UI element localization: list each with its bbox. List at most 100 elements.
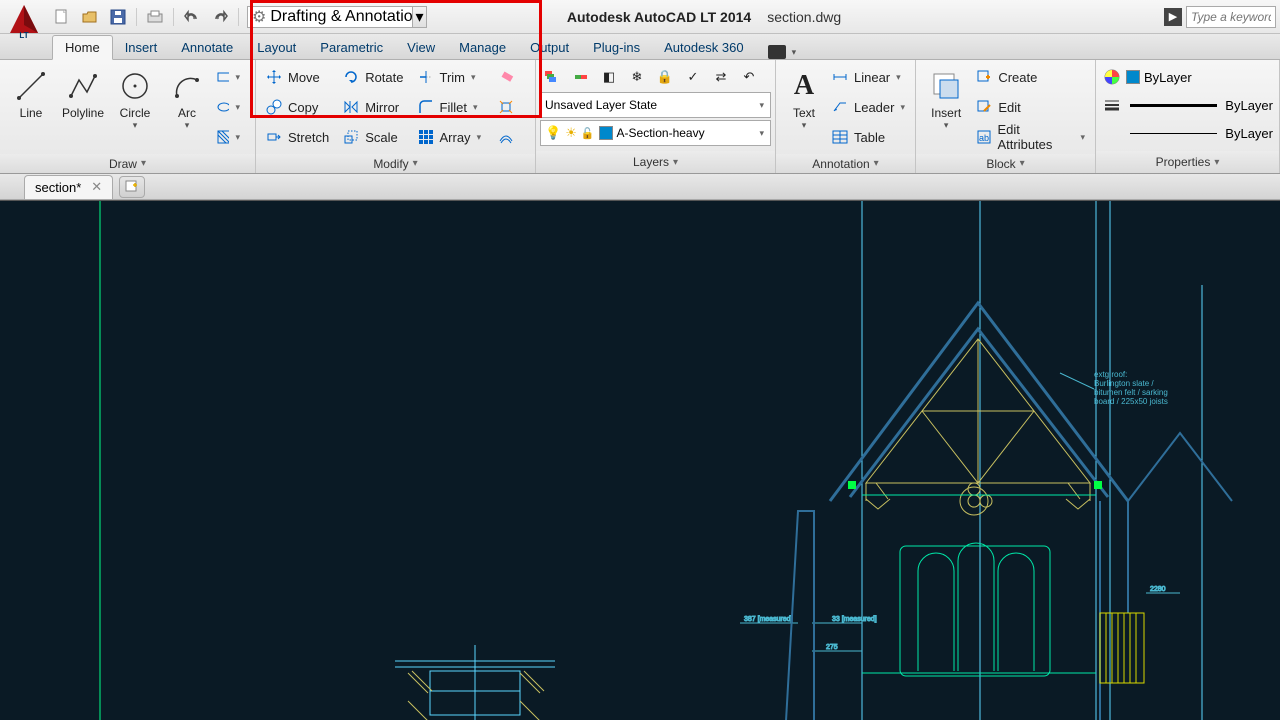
layer-match-button[interactable]: ⇄: [708, 64, 734, 90]
app-menu-button[interactable]: LT: [4, 0, 44, 39]
explode-button[interactable]: [493, 94, 519, 120]
move-button[interactable]: Move: [262, 64, 331, 90]
mirror-button[interactable]: Mirror: [339, 94, 405, 120]
line-label: Line: [20, 106, 43, 120]
drawing-canvas[interactable]: extg roof: Burlington slate / bitumen fe…: [0, 200, 1280, 720]
circle-button[interactable]: Circle ▾: [110, 64, 160, 131]
layer-current-dropdown[interactable]: 💡 ☀ 🔓 A-Section-heavy▾: [540, 120, 771, 146]
polyline-label: Polyline: [62, 106, 104, 120]
insert-button[interactable]: Insert ▾: [922, 64, 970, 131]
drawing-note: extg roof: Burlington slate / bitumen fe…: [1094, 370, 1170, 406]
lineweight-icon: [1102, 95, 1122, 115]
rectangle-button[interactable]: ▾: [216, 64, 242, 90]
array-button[interactable]: Array▾: [414, 124, 486, 150]
plot-icon[interactable]: [145, 7, 165, 27]
tab-autodesk360[interactable]: Autodesk 360: [652, 36, 756, 59]
open-icon[interactable]: [80, 7, 100, 27]
panel-modify-title: Modify: [373, 157, 408, 171]
edit-block-button[interactable]: Edit: [972, 94, 1089, 120]
layer-previous-button[interactable]: ↶: [736, 64, 762, 90]
stretch-icon: [264, 127, 284, 147]
scale-icon: [341, 127, 361, 147]
trim-icon: [416, 67, 436, 87]
ribbon: Line Polyline Circle ▾ Arc ▾ ▾ ▾ ▾ Dr: [0, 60, 1280, 174]
app-name: Autodesk AutoCAD LT 2014: [567, 9, 751, 25]
tab-insert[interactable]: Insert: [113, 36, 170, 59]
workspace-dropdown[interactable]: ⚙ Drafting & Annotation ▾: [247, 6, 427, 28]
undo-icon[interactable]: [182, 7, 202, 27]
panel-properties-title: Properties: [1156, 155, 1211, 169]
drawing-content: extg roof: Burlington slate / bitumen fe…: [0, 201, 1280, 720]
new-doc-tab-button[interactable]: [119, 176, 145, 198]
tab-manage[interactable]: Manage: [447, 36, 518, 59]
workspace-label: Drafting & Annotation: [270, 8, 421, 26]
leader-button[interactable]: Leader▾: [828, 94, 909, 120]
hatch-button[interactable]: ▾: [216, 124, 242, 150]
layer-isolate-button[interactable]: ◧: [596, 64, 622, 90]
lineweight-control[interactable]: ByLayer: [1102, 92, 1273, 118]
tab-annotate[interactable]: Annotate: [169, 36, 245, 59]
ribbon-visibility-toggle[interactable]: ▾: [768, 45, 797, 59]
svg-text:ab: ab: [979, 133, 989, 143]
panel-block-title: Block: [986, 157, 1015, 171]
doc-tab-active[interactable]: section* ✕: [24, 175, 113, 199]
layer-state-label: Unsaved Layer State: [545, 98, 753, 112]
trim-button[interactable]: Trim▾: [414, 64, 486, 90]
polyline-button[interactable]: Polyline: [58, 64, 108, 120]
tab-layout[interactable]: Layout: [245, 36, 308, 59]
redo-icon[interactable]: [210, 7, 230, 27]
layer-freeze-button[interactable]: ❄: [624, 64, 650, 90]
text-icon: A: [786, 68, 822, 104]
tab-plugins[interactable]: Plug-ins: [581, 36, 652, 59]
edit-block-icon: [974, 97, 994, 117]
erase-button[interactable]: [493, 64, 519, 90]
edit-attr-icon: ab: [974, 127, 993, 147]
leader-icon: [830, 97, 850, 117]
create-block-button[interactable]: Create: [972, 64, 1089, 90]
scale-button[interactable]: Scale: [339, 124, 405, 150]
fillet-button[interactable]: Fillet▾: [414, 94, 486, 120]
table-button[interactable]: Table: [828, 124, 909, 150]
create-block-icon: [974, 67, 994, 87]
offset-button[interactable]: [493, 124, 519, 150]
save-icon[interactable]: [108, 7, 128, 27]
linetype-control[interactable]: ByLayer: [1102, 120, 1273, 146]
tab-output[interactable]: Output: [518, 36, 581, 59]
line-button[interactable]: Line: [6, 64, 56, 120]
ellipse-button[interactable]: ▾: [216, 94, 242, 120]
table-icon: [830, 127, 850, 147]
array-icon: [416, 127, 436, 147]
chevron-down-icon: ▾: [185, 120, 190, 131]
arc-icon: [169, 68, 205, 104]
layer-off-button[interactable]: [568, 64, 594, 90]
new-icon[interactable]: [52, 7, 72, 27]
move-icon: [264, 67, 284, 87]
edit-attributes-button[interactable]: abEdit Attributes▾: [972, 124, 1089, 150]
linear-dim-button[interactable]: Linear▾: [828, 64, 909, 90]
stretch-button[interactable]: Stretch: [262, 124, 331, 150]
color-control[interactable]: ByLayer: [1102, 64, 1273, 90]
rotate-button[interactable]: Rotate: [339, 64, 405, 90]
close-icon[interactable]: ✕: [91, 179, 102, 195]
tab-home[interactable]: Home: [52, 35, 113, 60]
tab-view[interactable]: View: [395, 36, 447, 59]
insert-block-icon: [928, 68, 964, 104]
fillet-icon: [416, 97, 436, 117]
layer-properties-button[interactable]: [540, 64, 566, 90]
endpoint-marker: [1094, 481, 1102, 489]
document-tabs: section* ✕: [0, 174, 1280, 200]
arc-button[interactable]: Arc ▾: [162, 64, 212, 131]
svg-text:275: 275: [826, 644, 838, 651]
linetype-sample: [1130, 133, 1217, 134]
tab-parametric[interactable]: Parametric: [308, 36, 395, 59]
quick-access-toolbar: ⚙ Drafting & Annotation ▾: [52, 6, 427, 28]
layer-state-dropdown[interactable]: Unsaved Layer State▾: [540, 92, 771, 118]
layer-lock-button[interactable]: 🔒: [652, 64, 678, 90]
text-button[interactable]: A Text ▾: [782, 64, 826, 131]
search-input[interactable]: [1186, 6, 1276, 28]
panel-block: Insert ▾ Create Edit abEdit Attributes▾ …: [916, 60, 1096, 173]
rotate-icon: [341, 67, 361, 87]
layer-make-current-button[interactable]: ✓: [680, 64, 706, 90]
copy-button[interactable]: Copy: [262, 94, 331, 120]
infocenter-play-icon[interactable]: ▶: [1164, 8, 1182, 26]
